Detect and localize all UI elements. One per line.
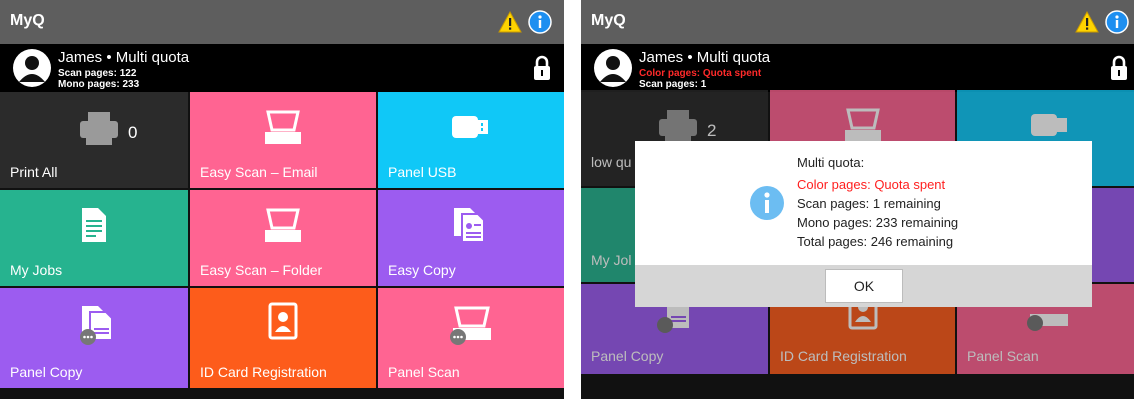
tile-label: Panel Copy — [10, 364, 83, 380]
dialog-quota-line: Total pages: 246 remaining — [797, 234, 954, 249]
info-icon — [750, 186, 784, 220]
top-bar: MyQ — [0, 0, 564, 44]
user-bar: James • Multi quota Scan pages: 122 Mono… — [0, 44, 564, 92]
lock-icon[interactable] — [1109, 54, 1129, 82]
tile-panel-usb[interactable]: Panel USB — [378, 92, 564, 188]
user-quota-line: Scan pages: 1 — [639, 79, 707, 90]
tile-label: My Jol — [591, 252, 632, 268]
tile-label: low qu — [591, 154, 632, 170]
warning-icon[interactable] — [1075, 11, 1099, 33]
app-title: MyQ — [591, 12, 626, 29]
copy-icon — [454, 208, 485, 243]
dialog-footer: OK — [635, 265, 1092, 307]
info-icon[interactable] — [1105, 10, 1129, 34]
tile-easy-copy[interactable]: Easy Copy — [378, 190, 564, 286]
ok-button[interactable]: OK — [825, 269, 903, 303]
tile-label: Print All — [10, 164, 58, 180]
printer-icon — [80, 112, 118, 145]
dialog-quota-line: Color pages: Quota spent — [797, 177, 946, 192]
id-card-icon — [268, 302, 298, 340]
quota-dialog: Multi quota: Color pages: Quota spent Sc… — [635, 141, 1092, 307]
job-count: 2 — [707, 121, 717, 140]
printer-icon — [659, 110, 697, 143]
tile-panel-copy[interactable]: Panel Copy — [0, 288, 188, 388]
document-icon — [82, 208, 106, 242]
tile-label: ID Card Registration — [780, 348, 907, 364]
user-name: James • Multi quota — [58, 49, 190, 66]
tile-label: Easy Scan – Folder — [200, 262, 323, 278]
tile-id-card-registration[interactable]: ID Card Registration — [190, 288, 376, 388]
dialog-quota-line: Scan pages: 1 remaining — [797, 196, 941, 211]
tile-label: Panel Copy — [591, 348, 664, 364]
user-bar: James • Multi quota Color pages: Quota s… — [581, 44, 1134, 92]
usb-icon — [452, 116, 488, 138]
tile-easy-scan-folder[interactable]: Easy Scan – Folder — [190, 190, 376, 286]
panel-copy-icon — [80, 306, 113, 345]
top-bar: MyQ — [581, 0, 1134, 44]
scanner-icon — [845, 108, 881, 142]
user-name: James • Multi quota — [639, 49, 771, 66]
warning-icon[interactable] — [498, 11, 522, 33]
avatar — [594, 49, 632, 87]
user-quota-line: Color pages: Quota spent — [639, 68, 762, 79]
tile-label: Easy Copy — [388, 262, 456, 278]
panel-scan-icon — [450, 306, 491, 345]
app-title: MyQ — [10, 12, 45, 29]
scanner-icon — [265, 208, 301, 242]
tile-label: Easy Scan – Email — [200, 164, 318, 180]
user-quota-line: Scan pages: 122 — [58, 68, 137, 79]
info-icon[interactable] — [528, 10, 552, 34]
tile-label: Panel Scan — [967, 348, 1039, 364]
panel-quota-dialog: MyQ James • Multi quota Color pages: Quo… — [581, 0, 1134, 399]
tile-label: My Jobs — [10, 262, 63, 278]
user-quota-line: Mono pages: 233 — [58, 79, 140, 90]
tile-print-all[interactable]: 0 Print All — [0, 92, 188, 188]
dialog-quota-line: Mono pages: 233 remaining — [797, 215, 959, 230]
tile-label: Panel Scan — [388, 364, 460, 380]
usb-icon — [1031, 114, 1067, 136]
panel-normal: MyQ James • Multi quota Scan pages: 122 … — [0, 0, 564, 399]
tile-label: Panel USB — [388, 164, 457, 180]
tile-easy-scan-email[interactable]: Easy Scan – Email — [190, 92, 376, 188]
tile-label: ID Card Registration — [200, 364, 327, 380]
tile-my-jobs[interactable]: My Jobs — [0, 190, 188, 286]
avatar — [13, 49, 51, 87]
job-count: 0 — [128, 123, 138, 142]
scanner-icon — [265, 110, 301, 144]
lock-icon[interactable] — [532, 54, 552, 82]
tile-panel-scan[interactable]: Panel Scan — [378, 288, 564, 388]
dialog-title: Multi quota: — [797, 155, 865, 170]
